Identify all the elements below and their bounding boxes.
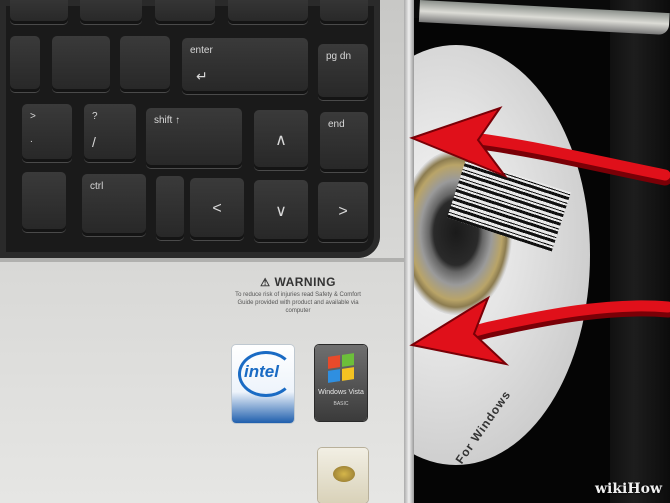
windows-sticker-text: Windows Vista — [318, 389, 364, 396]
key-ctrl[interactable]: ctrl — [82, 174, 146, 236]
key-top-1[interactable] — [10, 0, 68, 24]
key-greater[interactable]: > . — [22, 104, 72, 162]
arrow-left-icon: < — [212, 200, 222, 217]
windows-logo-icon — [328, 353, 354, 383]
warning-triangle-icon: ⚠ — [260, 277, 271, 289]
key-fn[interactable] — [22, 172, 66, 232]
key-top-2[interactable] — [80, 0, 142, 24]
key-row2-2[interactable] — [52, 36, 110, 92]
palmrest-edge — [0, 258, 405, 262]
laptop-body: enter ↵ pg dn > . ? / shift ↑ ∧ end ctrl… — [0, 0, 412, 503]
arrow-down-icon: ∨ — [275, 203, 287, 220]
intel-sticker: intel — [232, 345, 294, 423]
key-pg-dn[interactable]: pg dn — [318, 44, 368, 100]
key-greater-label: > — [30, 111, 36, 122]
key-top-3[interactable] — [155, 0, 215, 24]
warning-label: ⚠ WARNING To reduce risk of injuries read… — [228, 275, 368, 315]
key-enter[interactable]: enter ↵ — [182, 38, 308, 94]
keyboard: enter ↵ pg dn > . ? / shift ↑ ∧ end ctrl… — [0, 0, 380, 258]
key-row2-1[interactable] — [10, 36, 40, 92]
key-question-label: ? — [92, 111, 98, 122]
key-period-label: . — [30, 134, 33, 145]
key-pg-dn-label: pg dn — [326, 51, 352, 62]
arrow-right-icon: > — [338, 203, 348, 220]
arrow-up-icon: ∧ — [275, 132, 287, 149]
key-arrow-right[interactable]: > — [318, 182, 368, 242]
key-end-label: end — [328, 119, 345, 130]
key-arrow-down[interactable]: ∨ — [254, 180, 308, 242]
key-gap[interactable] — [156, 176, 184, 240]
intel-logo-text: intel — [244, 362, 279, 381]
key-slash-label: / — [92, 134, 96, 150]
key-arrow-left[interactable]: < — [190, 178, 244, 240]
windows-vista-sticker: Windows Vista BASIC — [315, 345, 367, 421]
key-shift-label: shift ↑ — [154, 115, 181, 126]
key-top-5[interactable] — [320, 0, 368, 24]
third-sticker — [318, 448, 368, 503]
key-ctrl-label: ctrl — [90, 181, 104, 192]
key-top-4[interactable] — [228, 0, 308, 24]
sticker-logo-icon — [333, 466, 355, 482]
enter-arrow-icon: ↵ — [196, 68, 208, 84]
warning-body: To reduce risk of injuries read Safety &… — [235, 292, 361, 314]
key-arrow-up[interactable]: ∧ — [254, 110, 308, 170]
key-question[interactable]: ? / — [84, 104, 136, 162]
key-enter-label: enter — [190, 45, 213, 56]
photo-scene: For Windows enter ↵ pg dn > . ? / shift … — [0, 0, 670, 503]
wikihow-watermark: wikiHow — [594, 481, 662, 497]
drive-bay-edge — [610, 0, 670, 503]
laptop-side-edge — [404, 0, 414, 503]
warning-title: WARNING — [274, 275, 336, 289]
key-end[interactable]: end — [320, 112, 368, 172]
windows-sticker-edition: BASIC — [333, 401, 349, 407]
key-row2-3[interactable] — [120, 36, 170, 92]
key-shift[interactable]: shift ↑ — [146, 108, 242, 168]
